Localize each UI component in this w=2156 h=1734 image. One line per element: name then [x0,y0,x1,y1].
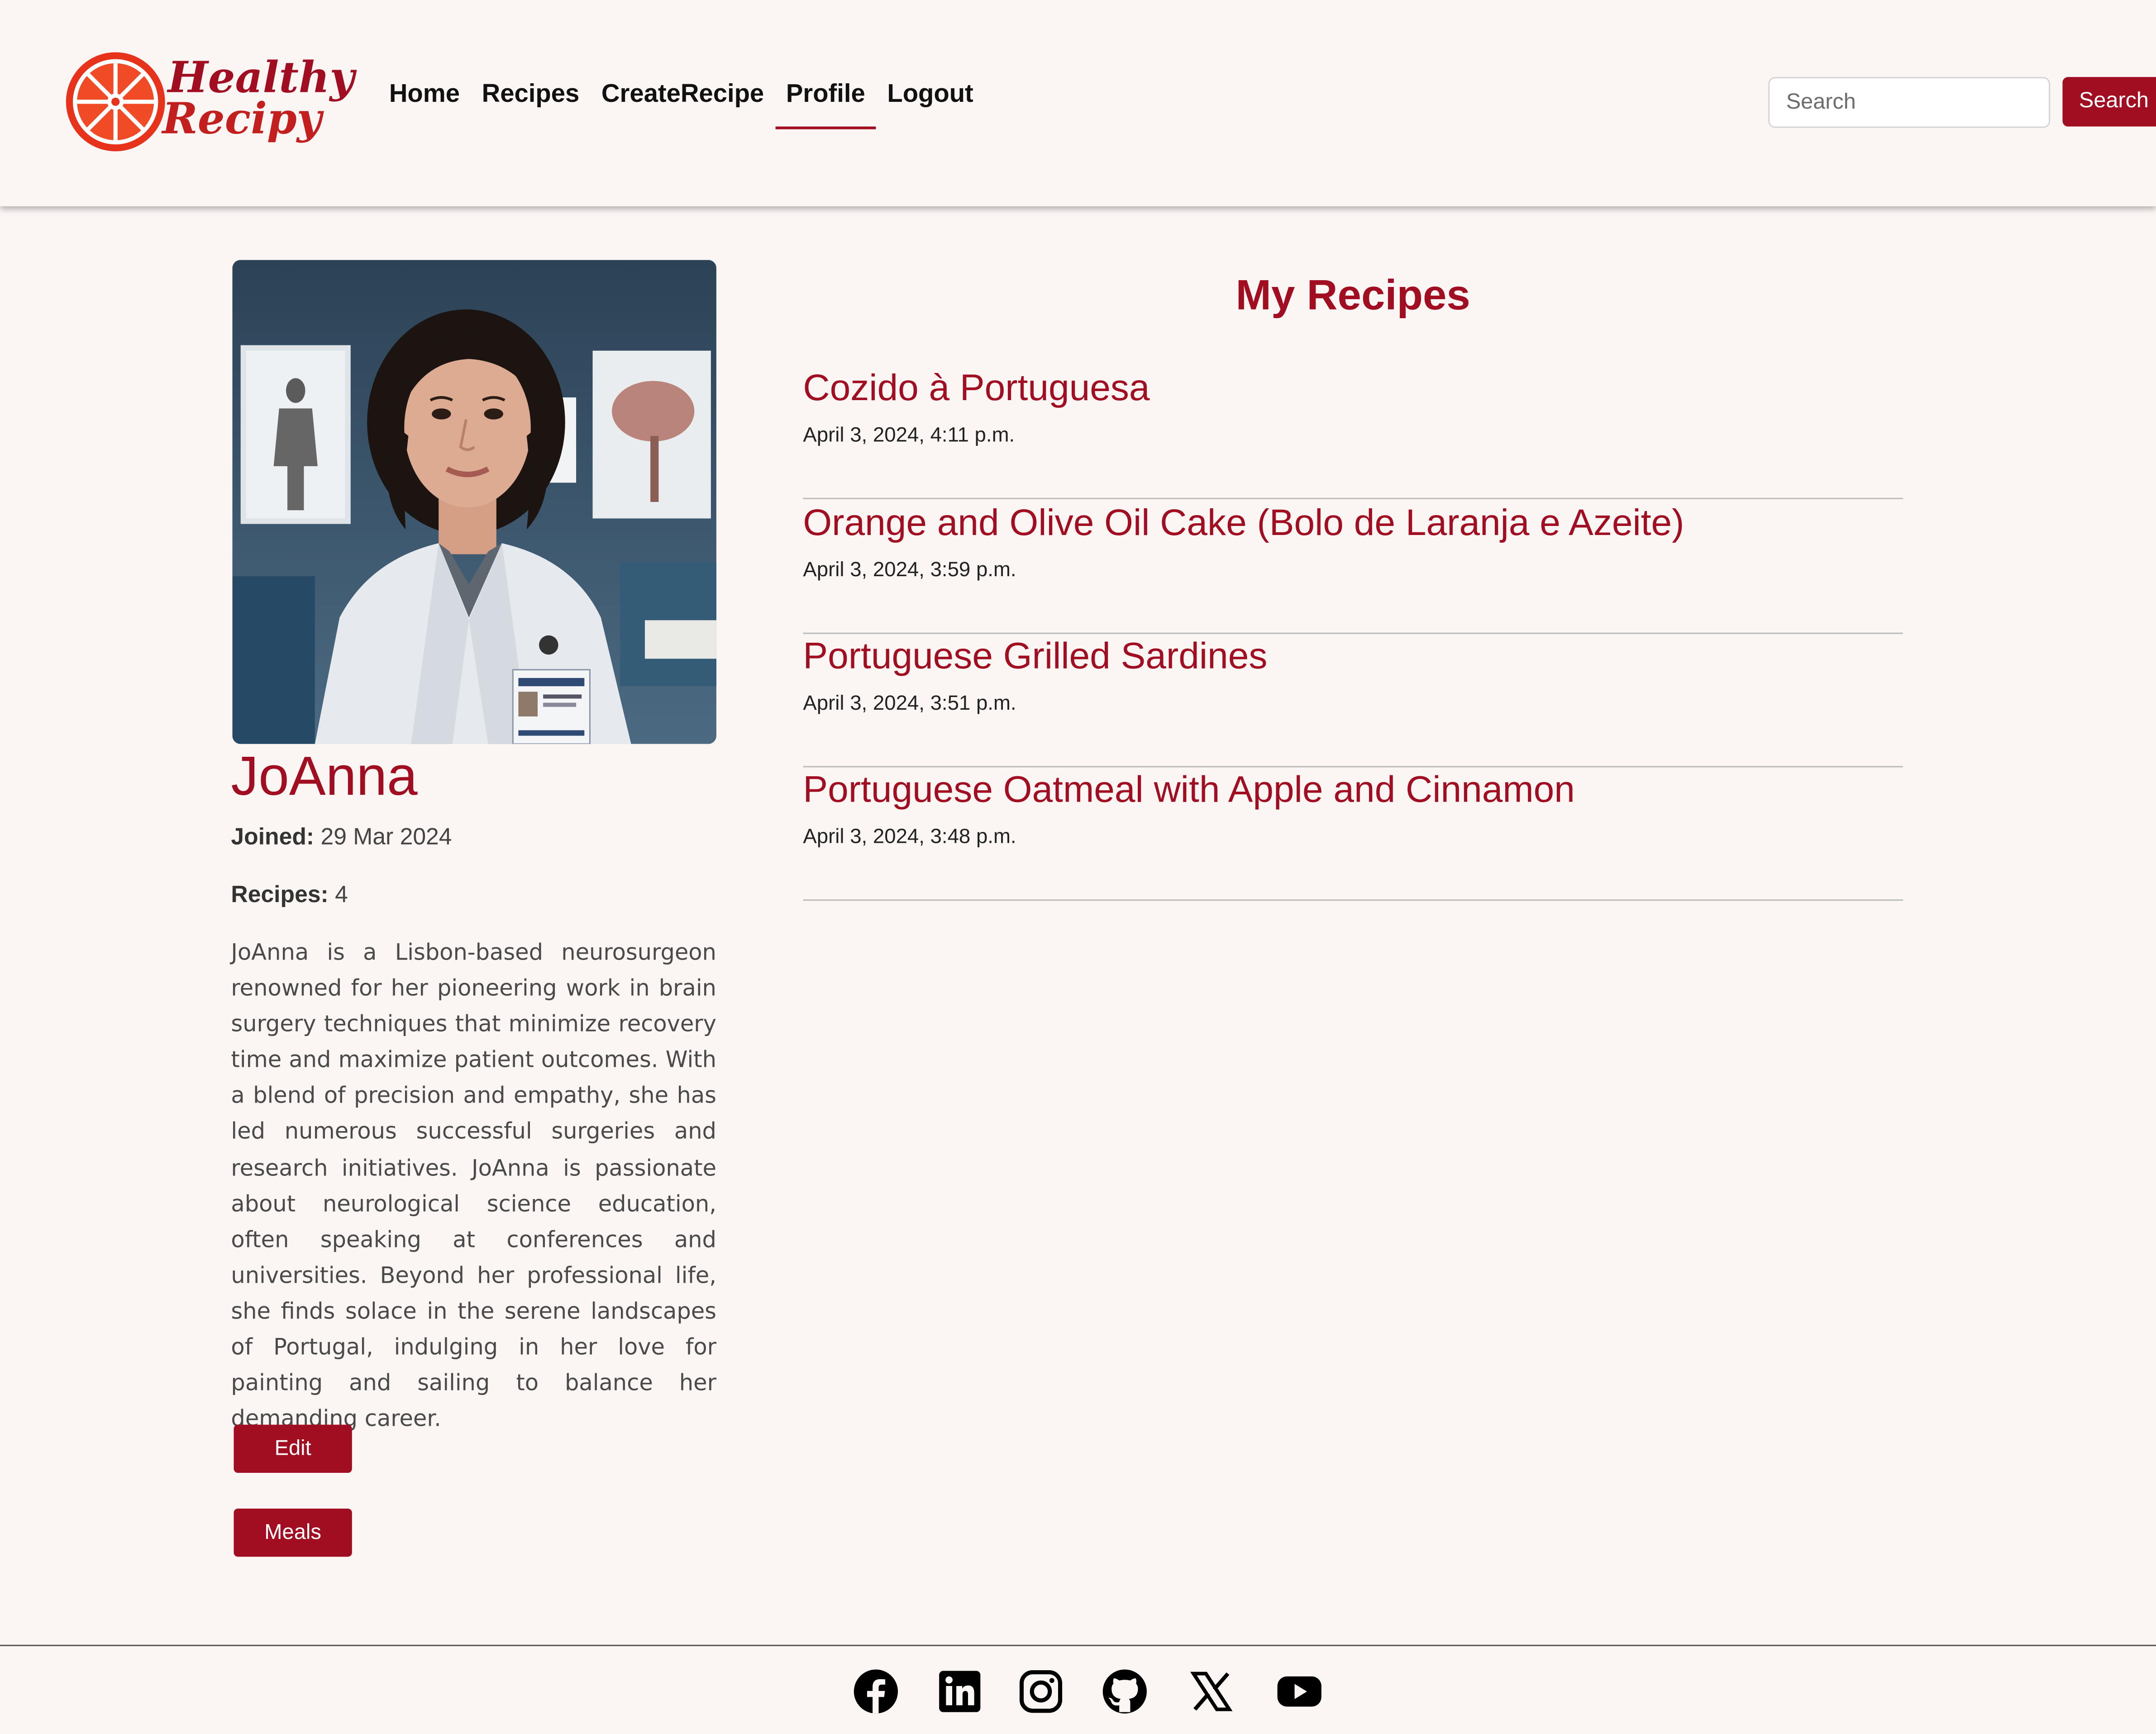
profile-name: JoAnna [231,746,418,807]
nav-recipes[interactable]: Recipes [471,77,590,129]
edit-profile-button[interactable]: Edit [234,1424,352,1473]
my-recipes-heading: My Recipes [1235,271,1470,319]
profile-bio: JoAnna is a Lisbon-based neurosurgeon re… [231,939,716,1432]
recipe-list-item: Portuguese Grilled Sardines April 3, 202… [803,633,1903,768]
recipe-title-link[interactable]: Portuguese Oatmeal with Apple and Cinnam… [803,766,1575,812]
recipes-count-line: Recipes: 4 [231,880,348,911]
recipes-count-label: Recipes: [231,881,329,908]
recipes-count-value: 4 [335,881,348,908]
recipe-title-link[interactable]: Cozido à Portuguesa [803,364,1150,411]
recipe-list-item: Orange and Olive Oil Cake (Bolo de Laran… [803,499,1903,634]
recipe-list-item: Cozido à Portuguesa April 3, 2024, 4:11 … [803,364,1903,499]
citrus-slice-icon [66,52,165,152]
brand-line2: Recipy [162,95,322,145]
brand-logo[interactable]: Healthy Recipy [63,49,354,154]
site-footer [0,1644,2156,1734]
nav-profile[interactable]: Profile [775,77,877,129]
joined-value: 29 Mar 2024 [320,823,452,850]
instagram-icon[interactable] [1016,1667,1065,1716]
meals-button[interactable]: Meals [234,1509,352,1557]
recipe-title-link[interactable]: Portuguese Grilled Sardines [803,633,1267,679]
search-input[interactable] [1768,77,2051,128]
youtube-icon[interactable] [1275,1667,1324,1716]
search-button[interactable]: Search [2062,77,2156,127]
facebook-icon[interactable] [851,1667,901,1716]
recipe-date: April 3, 2024, 3:48 p.m. [803,825,1016,849]
x-icon[interactable] [1187,1667,1236,1716]
site-header: Healthy Recipy Home Recipes CreateRecipe… [0,0,2156,206]
profile-avatar [232,260,716,744]
recipe-title-link[interactable]: Orange and Olive Oil Cake (Bolo de Laran… [803,499,1684,546]
linkedin-icon[interactable] [935,1667,984,1716]
recipe-date: April 3, 2024, 3:51 p.m. [803,692,1016,715]
recipe-date: April 3, 2024, 4:11 p.m. [803,423,1015,447]
recipe-list-item: Portuguese Oatmeal with Apple and Cinnam… [803,766,1903,901]
nav-create-recipe[interactable]: CreateRecipe [591,77,775,129]
profile-photo [232,260,716,744]
page: Healthy Recipy Home Recipes CreateRecipe… [0,0,2156,1734]
joined-label: Joined: [231,823,315,850]
recipe-date: April 3, 2024, 3:59 p.m. [803,558,1016,582]
nav-logout[interactable]: Logout [876,77,984,129]
brand-line1: Healthy [167,53,355,103]
github-icon[interactable] [1100,1667,1150,1716]
nav-home[interactable]: Home [378,77,471,129]
main-nav: Home Recipes CreateRecipe Profile Logout [378,77,985,129]
joined-line: Joined: 29 Mar 2024 [231,822,452,853]
